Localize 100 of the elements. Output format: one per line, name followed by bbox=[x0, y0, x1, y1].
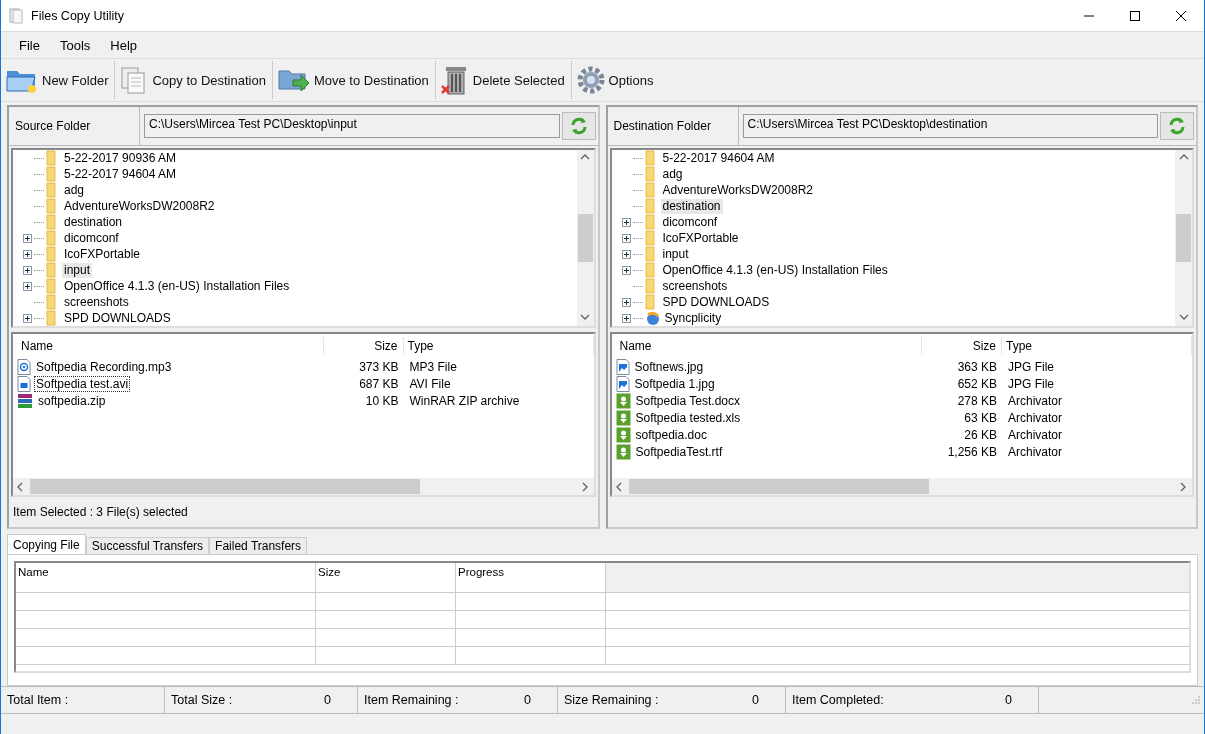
refresh-button[interactable] bbox=[1160, 112, 1194, 140]
column-header[interactable]: Name bbox=[21, 339, 53, 353]
tree-item[interactable]: input bbox=[62, 262, 93, 278]
tree-item[interactable]: dicomconf bbox=[62, 230, 121, 246]
scrollbar[interactable] bbox=[611, 478, 1192, 495]
tree-item[interactable]: 5-22-2017 94604 AM bbox=[62, 166, 179, 182]
file-name[interactable]: softpedia.doc bbox=[633, 426, 709, 443]
tree-item[interactable]: screenshots bbox=[62, 294, 131, 310]
file-name[interactable]: Softpedia 1.jpg bbox=[632, 375, 717, 392]
window-title: Files Copy Utility bbox=[31, 8, 126, 23]
tree-item[interactable]: destination bbox=[62, 214, 125, 230]
close-icon[interactable] bbox=[1176, 10, 1186, 21]
column-header: Progress bbox=[458, 566, 505, 578]
tree-item[interactable]: IcoFXPortable bbox=[660, 230, 741, 246]
tree-item[interactable]: dicomconf bbox=[660, 214, 720, 230]
file-type-icon bbox=[615, 392, 631, 409]
expand-icon[interactable] bbox=[23, 233, 32, 243]
scroll-thumb[interactable] bbox=[577, 214, 593, 262]
status-value: 0 bbox=[324, 693, 332, 707]
file-name[interactable]: Softpedia test.avi bbox=[34, 375, 131, 392]
image-file-icon bbox=[615, 358, 630, 375]
column-header[interactable]: Type bbox=[1006, 339, 1032, 353]
scrollbar[interactable] bbox=[1175, 150, 1192, 326]
toolbar-button[interactable]: Options bbox=[571, 61, 660, 99]
scrollbar[interactable] bbox=[13, 478, 594, 495]
status-label: Item Remaining : bbox=[364, 693, 459, 707]
books-icon bbox=[17, 392, 33, 409]
menu-item[interactable]: Tools bbox=[49, 35, 101, 55]
scroll-thumb[interactable] bbox=[628, 479, 929, 494]
file-size: 63 KB bbox=[964, 410, 997, 425]
expand-icon[interactable] bbox=[621, 249, 631, 259]
tree-item[interactable]: adg bbox=[62, 182, 87, 198]
tree-item[interactable]: OpenOffice 4.1.3 (en-US) Installation Files bbox=[660, 262, 890, 278]
path-field[interactable]: C:\Users\Mircea Test PC\Desktop\destination bbox=[742, 114, 1158, 138]
expand-icon[interactable] bbox=[621, 297, 631, 307]
file-type-icon bbox=[615, 409, 631, 426]
toolbar-button[interactable]: Copy to Destination bbox=[115, 61, 273, 99]
expand-icon[interactable] bbox=[23, 249, 32, 259]
video-file-icon bbox=[17, 375, 31, 392]
expand-icon[interactable] bbox=[23, 265, 32, 275]
folder-label: Source Folder bbox=[15, 119, 91, 133]
expand-icon[interactable] bbox=[23, 281, 32, 291]
file-name[interactable]: SoftpediaTest.rtf bbox=[633, 443, 725, 460]
column-header[interactable]: Size bbox=[972, 339, 996, 353]
toolbar-button[interactable]: New Folder bbox=[1, 61, 116, 99]
tree-item[interactable]: SPD DOWNLOADS bbox=[62, 310, 173, 326]
tree-item[interactable]: SPD DOWNLOADS bbox=[660, 294, 772, 310]
column-header[interactable]: Type bbox=[407, 339, 434, 353]
tab[interactable]: Copying File bbox=[7, 534, 86, 554]
menu-item[interactable]: Help bbox=[100, 35, 148, 55]
column-header[interactable]: Size bbox=[374, 339, 398, 353]
tree-item[interactable]: input bbox=[660, 246, 691, 262]
status-value: 0 bbox=[524, 693, 532, 707]
tab[interactable]: Failed Transfers bbox=[209, 537, 308, 554]
expand-icon[interactable] bbox=[621, 233, 631, 243]
tab[interactable]: Successful Transfers bbox=[85, 537, 210, 554]
column-header[interactable]: Name bbox=[619, 339, 652, 353]
file-type-icon bbox=[615, 443, 631, 460]
tree-item[interactable]: IcoFXPortable bbox=[62, 246, 143, 262]
maximize-icon[interactable] bbox=[1130, 10, 1140, 21]
file-name[interactable]: Softpedia Recording.mp3 bbox=[34, 358, 174, 375]
scroll-thumb[interactable] bbox=[30, 479, 420, 494]
path-field[interactable]: C:\Users\Mircea Test PC\Desktop\input bbox=[144, 114, 560, 138]
tree-item[interactable]: screenshots bbox=[660, 278, 730, 294]
expand-icon[interactable] bbox=[621, 217, 631, 227]
refresh-icon bbox=[1167, 116, 1187, 136]
file-size: 687 KB bbox=[359, 376, 399, 391]
file-size: 26 KB bbox=[964, 427, 997, 442]
refresh-button[interactable] bbox=[561, 112, 596, 140]
toolbar-button[interactable]: Move to Destination bbox=[272, 61, 436, 99]
file-type: Archivator bbox=[1008, 444, 1063, 459]
folder-label: Destination Folder bbox=[613, 119, 711, 133]
expand-icon[interactable] bbox=[23, 313, 32, 323]
tree-item[interactable]: 5-22-2017 90936 AM bbox=[62, 150, 179, 166]
expand-icon[interactable] bbox=[621, 313, 631, 323]
file-size: 1,256 KB bbox=[947, 444, 997, 459]
tree-item[interactable]: AdventureWorksDW2008R2 bbox=[62, 198, 217, 214]
scroll-thumb[interactable] bbox=[1176, 214, 1191, 262]
tree-item[interactable]: OpenOffice 4.1.3 (en-US) Installation Files bbox=[62, 278, 292, 294]
status-value: 0 bbox=[752, 693, 760, 707]
file-size: 652 KB bbox=[957, 376, 997, 391]
tree-item[interactable]: Syncplicity bbox=[662, 310, 724, 326]
file-name[interactable]: softpedia.zip bbox=[36, 392, 108, 409]
toolbar-button[interactable]: Delete Selected bbox=[435, 61, 572, 99]
menu-item[interactable]: File bbox=[9, 35, 50, 55]
tree-item[interactable]: destination bbox=[660, 198, 723, 214]
file-size: 373 KB bbox=[359, 359, 399, 374]
status-label: Total Item : bbox=[7, 693, 69, 707]
tree-item[interactable]: adg bbox=[660, 166, 685, 182]
scrollbar[interactable] bbox=[576, 150, 594, 326]
file-type: Archivator bbox=[1008, 427, 1063, 442]
file-name[interactable]: Softpedia Test.docx bbox=[633, 392, 742, 409]
file-name[interactable]: Softpedia tested.xls bbox=[633, 409, 743, 426]
tree-item[interactable]: AdventureWorksDW2008R2 bbox=[660, 182, 815, 198]
tree-item[interactable]: 5-22-2017 94604 AM bbox=[660, 150, 777, 166]
status-label: Size Remaining : bbox=[564, 693, 659, 707]
file-type: JPG File bbox=[1008, 376, 1054, 391]
status-label: Total Size : bbox=[171, 693, 233, 707]
file-name[interactable]: Softnews.jpg bbox=[632, 358, 706, 375]
expand-icon[interactable] bbox=[621, 265, 631, 275]
